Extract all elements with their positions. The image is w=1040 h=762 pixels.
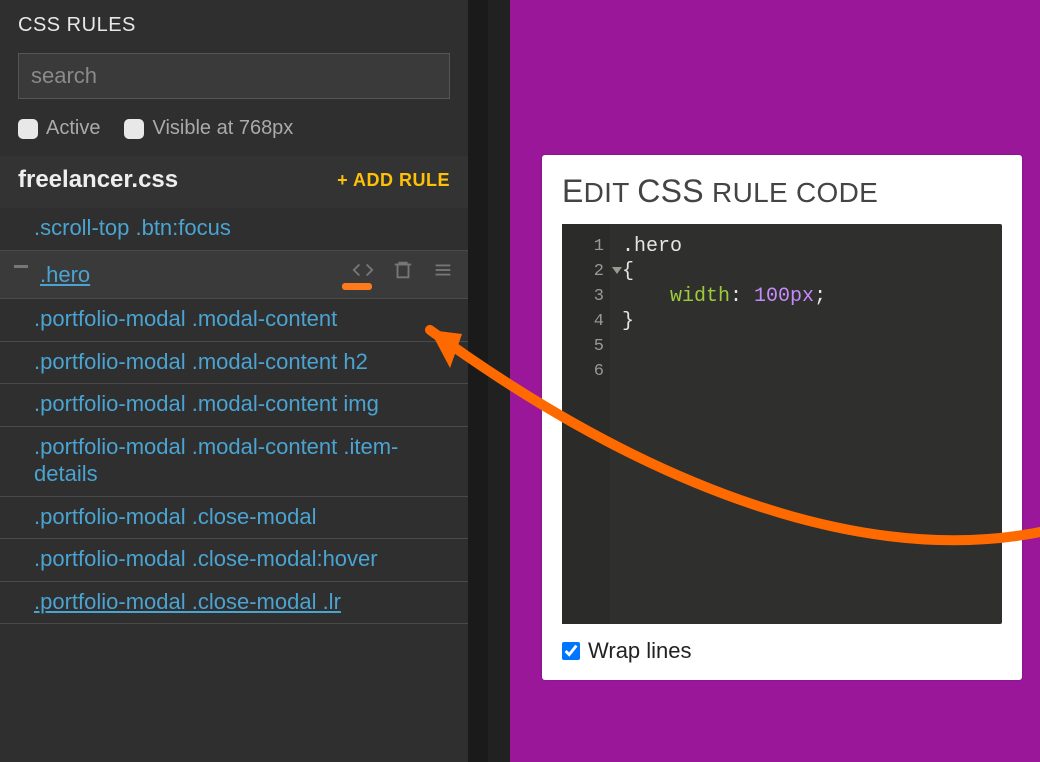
checkbox-icon[interactable] bbox=[124, 119, 144, 139]
filter-row: Active Visible at 768px bbox=[18, 117, 450, 140]
trash-icon[interactable] bbox=[392, 259, 414, 281]
rule-item[interactable]: .portfolio-modal .close-modal .lr bbox=[0, 582, 468, 625]
fold-icon[interactable] bbox=[612, 267, 622, 274]
edit-code-indicator[interactable] bbox=[342, 283, 372, 290]
add-rule-button[interactable]: + ADD RULE bbox=[337, 170, 450, 191]
rule-item[interactable]: .portfolio-modal .modal-content img bbox=[0, 384, 468, 427]
wrap-lines-checkbox[interactable] bbox=[562, 642, 580, 660]
code-editor[interactable]: 1 2 3 4 5 6 .hero { width: 100px; } bbox=[562, 224, 1002, 624]
rule-item-selected[interactable]: .hero bbox=[0, 251, 468, 300]
edit-css-card: EDIT CSS RULE CODE 1 2 3 4 5 6 .hero { w… bbox=[542, 155, 1022, 680]
rule-item[interactable]: .scroll-top .btn:focus bbox=[0, 208, 468, 251]
checkbox-icon[interactable] bbox=[18, 119, 38, 139]
rule-item[interactable]: .portfolio-modal .modal-content .item-de… bbox=[0, 427, 468, 497]
filter-visible-label: Visible at 768px bbox=[152, 117, 293, 140]
search-input[interactable] bbox=[18, 53, 450, 99]
line-gutter: 1 2 3 4 5 6 bbox=[562, 224, 610, 624]
rule-item[interactable]: .portfolio-modal .close-modal bbox=[0, 497, 468, 540]
filter-active[interactable]: Active bbox=[18, 117, 100, 140]
collapse-icon[interactable] bbox=[14, 265, 28, 268]
editor-title: EDIT CSS RULE CODE bbox=[562, 173, 1002, 210]
panel-title: CSS RULES bbox=[18, 14, 450, 37]
rule-item[interactable]: .portfolio-modal .modal-content bbox=[0, 299, 468, 342]
rule-item[interactable]: .portfolio-modal .close-modal:hover bbox=[0, 539, 468, 582]
panel-divider bbox=[468, 0, 510, 762]
filter-visible[interactable]: Visible at 768px bbox=[124, 117, 293, 140]
code-icon[interactable] bbox=[352, 259, 374, 281]
stylesheet-name: freelancer.css bbox=[18, 166, 178, 194]
filter-active-label: Active bbox=[46, 117, 100, 140]
css-rules-panel: CSS RULES Active Visible at 768px freela… bbox=[0, 0, 468, 762]
stylesheet-header: freelancer.css + ADD RULE bbox=[0, 156, 468, 208]
preview-area: EDIT CSS RULE CODE 1 2 3 4 5 6 .hero { w… bbox=[510, 0, 1040, 762]
wrap-lines-label: Wrap lines bbox=[588, 638, 692, 664]
menu-icon[interactable] bbox=[432, 259, 454, 281]
rules-list: .scroll-top .btn:focus .hero .portfolio-… bbox=[0, 208, 468, 762]
rule-item[interactable]: .portfolio-modal .modal-content h2 bbox=[0, 342, 468, 385]
code-content[interactable]: .hero { width: 100px; } bbox=[622, 234, 826, 384]
wrap-lines-toggle[interactable]: Wrap lines bbox=[562, 638, 1002, 664]
